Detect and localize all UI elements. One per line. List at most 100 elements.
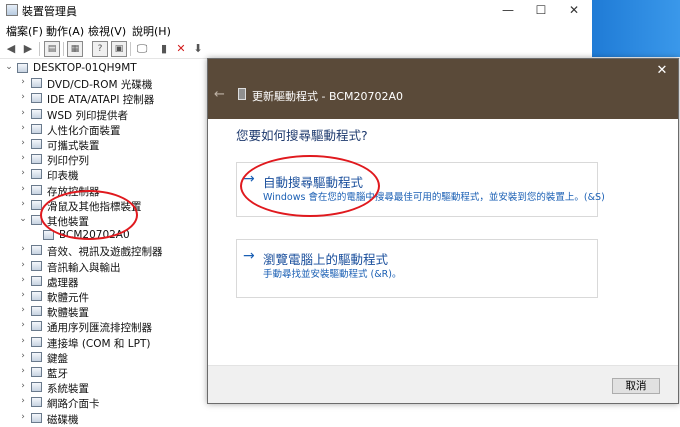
maximize-icon[interactable]: ☐ [527, 1, 555, 19]
tree-item[interactable]: › 網路介面卡 [0, 395, 210, 410]
help-icon[interactable]: ? [92, 41, 108, 57]
device-category-icon [31, 123, 42, 134]
device-category-icon [31, 382, 42, 393]
tree-item[interactable]: › 處理器 [0, 274, 210, 289]
tree-item[interactable]: › 通用序列匯流排控制器 [0, 319, 210, 334]
chevron-right-icon[interactable]: › [18, 77, 28, 87]
device-category-icon [31, 291, 42, 301]
tree-item[interactable]: › 連接埠 (COM 和 LPT) [0, 335, 210, 350]
device-category-icon [31, 78, 42, 89]
menu-view[interactable]: 檢視(V) [88, 23, 126, 39]
chevron-right-icon[interactable]: › [18, 412, 28, 422]
tree-item[interactable]: › 印表機 [0, 167, 210, 182]
tree-item[interactable]: › 鍵盤 [0, 350, 210, 365]
device-category-icon [31, 367, 42, 377]
menu-action[interactable]: 動作(A) [46, 23, 84, 39]
device-category-icon [31, 306, 42, 317]
tree-item-label: 存放控制器 [47, 185, 100, 198]
tree-item[interactable]: › 軟體元件 [0, 289, 210, 304]
tree-item[interactable]: › 磁碟機 [0, 411, 210, 426]
device-category-icon [31, 275, 42, 286]
dialog-header: ✕ ← 更新驅動程式 - BCM20702A0 [208, 59, 678, 119]
tree-item-bcm20702a0[interactable]: BCM20702A0 [0, 228, 210, 243]
tree-item[interactable]: › WSD 列印提供者 [0, 107, 210, 122]
device-category-icon [31, 397, 42, 408]
device-category-icon [31, 336, 42, 347]
dialog-footer: 取消 [208, 365, 678, 403]
device-icon [238, 88, 246, 100]
chevron-right-icon[interactable]: › [18, 305, 28, 315]
chevron-right-icon[interactable]: › [18, 336, 28, 346]
device-category-icon [31, 199, 42, 210]
add-device-icon[interactable]: ▮ [156, 41, 172, 57]
chevron-right-icon[interactable]: › [18, 244, 28, 254]
chevron-right-icon[interactable]: › [18, 138, 28, 148]
chevron-right-icon[interactable]: › [18, 275, 28, 285]
chevron-right-icon[interactable]: › [18, 366, 28, 376]
chevron-right-icon[interactable]: › [18, 108, 28, 118]
menu-file[interactable]: 檔案(F) [6, 23, 43, 39]
chevron-right-icon[interactable]: › [18, 123, 28, 133]
device-manager-icon [6, 4, 18, 16]
tree-item[interactable]: › IDE ATA/ATAPI 控制器 [0, 91, 210, 106]
tree-item-label: 滑鼠及其他指標裝置 [47, 200, 142, 213]
tree-item-label: 軟體元件 [47, 292, 89, 304]
properties-icon[interactable]: ▦ [67, 41, 83, 57]
chevron-right-icon[interactable]: › [18, 199, 28, 209]
chevron-right-icon[interactable]: › [18, 168, 28, 178]
tree-item[interactable]: › 音訊輸入與輸出 [0, 259, 210, 274]
uninstall-icon[interactable]: ✕ [173, 41, 189, 57]
tree-item-label: 鍵盤 [47, 352, 68, 365]
tree-item-label: 印表機 [47, 170, 79, 183]
scan-hardware-icon[interactable]: 🖵 [134, 41, 150, 57]
close-icon[interactable]: ✕ [654, 63, 670, 79]
device-category-icon [31, 184, 42, 195]
tree-item[interactable]: › 滑鼠及其他指標裝置 [0, 198, 210, 213]
download-icon[interactable]: ⬇ [190, 41, 206, 57]
forward-icon[interactable]: ▶ [20, 41, 36, 57]
device-category-icon [31, 245, 42, 256]
chevron-right-icon[interactable]: › [18, 351, 28, 361]
menu-help[interactable]: 說明(H) [132, 23, 171, 39]
tree-item[interactable]: › 人性化介面裝置 [0, 122, 210, 137]
chevron-right-icon[interactable]: › [18, 153, 28, 163]
tree-item[interactable]: › 存放控制器 [0, 183, 210, 198]
tree-item-label: 其他裝置 [47, 216, 89, 228]
chevron-right-icon[interactable]: › [18, 260, 28, 270]
tree-item-label: 通用序列匯流排控制器 [47, 322, 152, 335]
browse-computer-option[interactable]: → 瀏覽電腦上的驅動程式 手動尋找並安裝驅動程式 (&R)。 [236, 239, 598, 298]
tree-item[interactable]: › 藍牙 [0, 365, 210, 380]
device-category-icon [31, 169, 42, 180]
chevron-down-icon[interactable]: ⌄ [4, 62, 14, 72]
tree-item-label: 處理器 [47, 276, 79, 289]
tree-item[interactable]: › 列印佇列 [0, 152, 210, 167]
cancel-button[interactable]: 取消 [612, 378, 660, 394]
chevron-down-icon[interactable]: ⌄ [18, 214, 28, 224]
close-window-icon[interactable]: ✕ [560, 1, 588, 19]
chevron-right-icon[interactable]: › [18, 381, 28, 391]
chevron-right-icon[interactable]: › [18, 320, 28, 330]
tree-item-label: 人性化介面裝置 [47, 124, 121, 137]
update-driver-icon[interactable]: ▣ [111, 41, 127, 57]
tree-item[interactable]: › 音效、視訊及遊戲控制器 [0, 243, 210, 258]
tree-item[interactable]: ⌄ 其他裝置 [0, 213, 210, 228]
tree-item[interactable]: › DVD/CD-ROM 光碟機 [0, 76, 210, 91]
minimize-icon[interactable]: — [494, 1, 522, 19]
tree-item-label: IDE ATA/ATAPI 控制器 [47, 94, 155, 107]
title-bar: 裝置管理員 — ☐ ✕ [0, 0, 680, 20]
chevron-right-icon[interactable]: › [18, 92, 28, 102]
chevron-right-icon[interactable]: › [18, 290, 28, 300]
chevron-right-icon[interactable]: › [18, 184, 28, 194]
show-hide-tree-icon[interactable]: ▤ [44, 41, 60, 57]
tree-item[interactable]: › 系統裝置 [0, 380, 210, 395]
search-automatically-option[interactable]: → 自動搜尋驅動程式 Windows 會在您的電腦中搜尋最佳可用的驅動程式，並安… [236, 162, 605, 217]
chevron-right-icon[interactable]: › [18, 396, 28, 406]
back-icon[interactable]: ◀ [3, 41, 19, 57]
tree-item-label: 系統裝置 [47, 383, 89, 396]
tree-item[interactable]: › 軟體裝置 [0, 304, 210, 319]
tree-root[interactable]: ⌄ DESKTOP-01QH9MT [0, 61, 210, 76]
toolbar: ◀ ▶ ▤ ▦ ? ▣ 🖵 ▮ ✕ ⬇ [0, 39, 680, 59]
tree-item[interactable]: › 可攜式裝置 [0, 137, 210, 152]
back-arrow-icon[interactable]: ← [214, 87, 225, 102]
update-driver-dialog: ✕ ← 更新驅動程式 - BCM20702A0 您要如何搜尋驅動程式? → 自動… [207, 58, 679, 404]
